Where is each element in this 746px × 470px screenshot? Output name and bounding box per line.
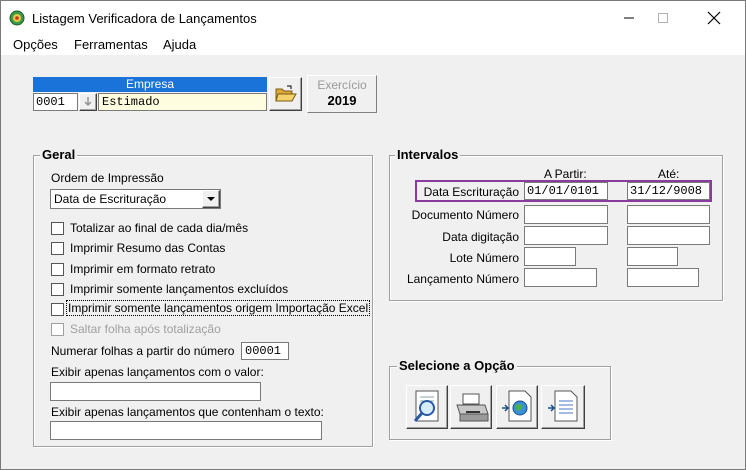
open-folder-button[interactable] — [269, 77, 302, 111]
option-excel-checkbox[interactable] — [51, 303, 64, 316]
empresa-lookup-button[interactable] — [79, 93, 97, 111]
globe-document-icon — [502, 390, 532, 422]
option-saltar-checkbox[interactable] — [51, 323, 64, 336]
menu-ferramentas[interactable]: Ferramentas — [74, 37, 148, 52]
option-resumo-checkbox[interactable] — [51, 242, 64, 255]
valor-label: Exibir apenas lançamentos com o valor: — [51, 365, 264, 379]
menu-bar: Opções Ferramentas Ajuda — [1, 35, 745, 55]
ordem-dropdown-button[interactable] — [202, 190, 220, 208]
numerar-label: Numerar folhas a partir do número — [51, 344, 235, 358]
empresa-name-field[interactable]: Estimado — [98, 93, 267, 111]
documento-from[interactable] — [524, 205, 608, 224]
option-excluidos-label: Imprimir somente lançamentos excluídos — [70, 282, 289, 296]
maximize-icon — [658, 13, 668, 23]
option-excel-label: Imprimir somente lançamentos origem Impo… — [65, 300, 371, 316]
data-escrituracao-to[interactable]: 31/12/9008 — [627, 182, 710, 200]
row-documento-label: Documento Número — [411, 208, 519, 222]
export-web-button[interactable] — [496, 385, 538, 429]
lote-to[interactable] — [627, 247, 678, 266]
geral-title: Geral — [40, 147, 78, 162]
selecione-title: Selecione a Opção — [397, 358, 517, 373]
preview-button[interactable] — [406, 385, 448, 429]
option-saltar-label: Saltar folha após totalização — [70, 322, 221, 336]
minimize-icon — [624, 17, 634, 19]
texto-label: Exibir apenas lançamentos que contenham … — [51, 405, 324, 419]
arrow-down-icon — [84, 97, 92, 106]
row-data-escrituracao-label: Data Escrituração — [423, 185, 519, 199]
title-bar: Listagem Verificadora de Lançamentos — [1, 1, 745, 35]
ordem-select[interactable]: Data de Escrituração — [50, 189, 221, 209]
row-lancamento-label: Lançamento Número — [406, 272, 519, 286]
print-button[interactable] — [450, 385, 492, 429]
documento-to[interactable] — [627, 205, 710, 224]
option-resumo-label: Imprimir Resumo das Contas — [70, 241, 226, 255]
exercicio-year: 2019 — [327, 93, 357, 108]
valor-field[interactable] — [50, 382, 261, 401]
data-escrituracao-from[interactable]: 01/01/0101 — [524, 182, 608, 200]
maximize-button[interactable] — [640, 1, 686, 35]
close-button[interactable] — [691, 1, 737, 35]
row-lote-label: Lote Número — [449, 251, 519, 265]
data-digitacao-to[interactable] — [627, 226, 710, 245]
exercicio-panel: Exercício 2019 — [307, 75, 377, 113]
lote-from[interactable] — [524, 247, 576, 266]
empresa-code-field[interactable]: 0001 — [33, 93, 78, 111]
option-retrato-label: Imprimir em formato retrato — [70, 262, 216, 276]
option-totalizar-label: Totalizar ao final de cada dia/mês — [70, 221, 249, 235]
app-icon — [9, 10, 25, 26]
ordem-value: Data de Escrituração — [54, 192, 167, 206]
empresa-header: Empresa — [33, 77, 267, 92]
document-icon — [548, 390, 578, 422]
texto-field[interactable] — [50, 421, 322, 440]
close-icon — [707, 11, 721, 25]
magnifier-preview-icon — [413, 390, 439, 422]
menu-ajuda[interactable]: Ajuda — [163, 37, 196, 52]
row-data-digitacao-label: Data digitação — [442, 230, 519, 244]
ordem-label: Ordem de Impressão — [51, 171, 164, 185]
intervalos-title: Intervalos — [395, 147, 461, 162]
numerar-field[interactable]: 00001 — [241, 342, 289, 360]
lancamento-from[interactable] — [524, 268, 597, 287]
chevron-down-icon — [207, 197, 215, 201]
export-file-button[interactable] — [541, 385, 585, 429]
option-excluidos-checkbox[interactable] — [51, 283, 64, 296]
option-totalizar-checkbox[interactable] — [51, 222, 64, 235]
open-folder-icon — [275, 85, 297, 102]
exercicio-label: Exercício — [317, 78, 367, 92]
menu-opcoes[interactable]: Opções — [13, 37, 58, 52]
lancamento-to[interactable] — [627, 268, 699, 287]
option-retrato-checkbox[interactable] — [51, 263, 64, 276]
window-title: Listagem Verificadora de Lançamentos — [32, 11, 257, 26]
main-window: Listagem Verificadora de Lançamentos Opç… — [0, 0, 746, 470]
printer-icon — [456, 393, 489, 422]
col-to-label: Até: — [658, 167, 680, 181]
data-digitacao-from[interactable] — [524, 226, 608, 245]
col-from-label: A Partir: — [544, 167, 587, 181]
